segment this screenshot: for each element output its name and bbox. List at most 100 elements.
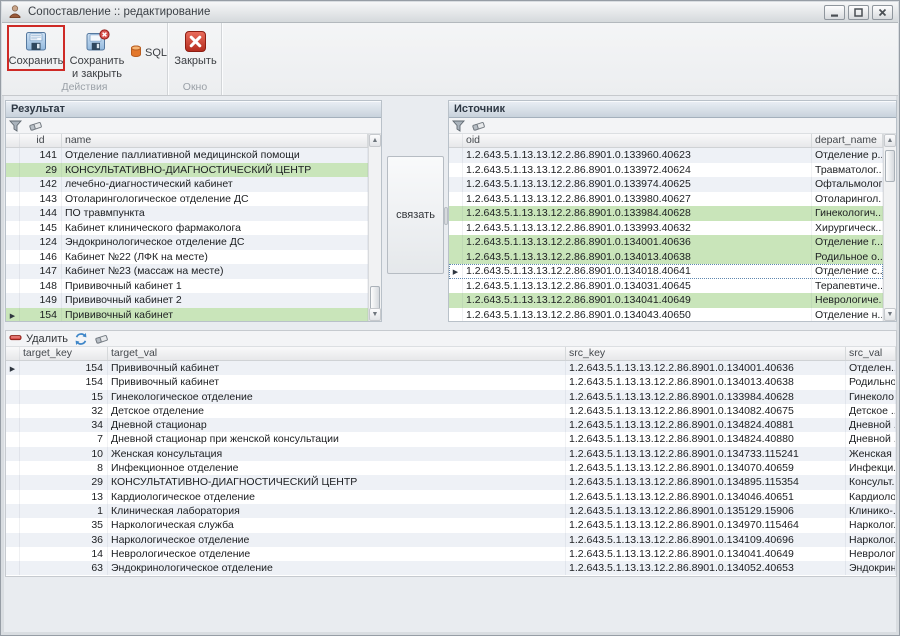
source-table-row[interactable]: 1.2.643.5.1.13.13.12.2.86.8901.0.133972.…: [449, 162, 883, 177]
mapping-table-row[interactable]: 32 Детское отделение 1.2.643.5.1.13.13.1…: [6, 403, 896, 419]
mapping-table-row[interactable]: 14 Неврологическое отделение 1.2.643.5.1…: [6, 546, 896, 562]
mapping-table-row[interactable]: 10 Женская консультация 1.2.643.5.1.13.1…: [6, 446, 896, 462]
source-table-row[interactable]: 1.2.643.5.1.13.13.12.2.86.8901.0.134018.…: [449, 264, 883, 279]
source-table-row[interactable]: 1.2.643.5.1.13.13.12.2.86.8901.0.134001.…: [449, 235, 883, 250]
source-table-row[interactable]: 1.2.643.5.1.13.13.12.2.86.8901.0.134043.…: [449, 307, 883, 321]
source-table-row[interactable]: 1.2.643.5.1.13.13.12.2.86.8901.0.133993.…: [449, 220, 883, 235]
sql-button[interactable]: SQL: [129, 43, 167, 63]
cell-src-key: 1.2.643.5.1.13.13.12.2.86.8901.0.134895.…: [566, 475, 846, 490]
column-header-target-key[interactable]: target_key: [20, 347, 108, 360]
save-and-close-button[interactable]: Сохранить и закрыть: [66, 26, 128, 86]
close-window-button[interactable]: [872, 5, 893, 20]
source-table-row[interactable]: 1.2.643.5.1.13.13.12.2.86.8901.0.134041.…: [449, 293, 883, 308]
source-table-row[interactable]: 1.2.643.5.1.13.13.12.2.86.8901.0.133984.…: [449, 206, 883, 221]
mapping-table-row[interactable]: 36 Наркологическое отделение 1.2.643.5.1…: [6, 532, 896, 547]
result-table-row[interactable]: 29 КОНСУЛЬТАТИВНО-ДИАГНОСТИЧЕСКИЙ ЦЕНТР: [6, 162, 368, 177]
result-table-row[interactable]: 146 Кабинет №22 (ЛФК на месте): [6, 249, 368, 264]
clear-filter-icon[interactable]: [94, 333, 109, 345]
source-scrollbar[interactable]: [883, 134, 896, 321]
scroll-up-icon[interactable]: [369, 134, 381, 147]
cell-target-key: 154: [20, 375, 108, 390]
cell-oid: 1.2.643.5.1.13.13.12.2.86.8901.0.134041.…: [463, 293, 812, 308]
cell-depart-name: Родильное о...: [812, 249, 883, 264]
cell-target-val: Неврологическое отделение: [108, 546, 566, 562]
result-table-row[interactable]: 154 Прививочный кабинет: [6, 307, 368, 321]
minimize-button[interactable]: [824, 5, 845, 20]
mapping-table-row[interactable]: 1 Клиническая лаборатория 1.2.643.5.1.13…: [6, 503, 896, 519]
cell-src-val: Дневной ...: [846, 432, 896, 447]
result-scrollbar[interactable]: [368, 134, 381, 321]
column-header-id[interactable]: id: [20, 134, 62, 147]
mapping-table-row[interactable]: 154 Прививочный кабинет 1.2.643.5.1.13.1…: [6, 375, 896, 390]
result-table-row[interactable]: 147 Кабинет №23 (массаж на месте): [6, 264, 368, 279]
column-header-name[interactable]: name: [62, 134, 368, 147]
scroll-down-icon[interactable]: [369, 308, 381, 321]
mapping-table-row[interactable]: 13 Кардиологическое отделение 1.2.643.5.…: [6, 489, 896, 504]
mapping-table-row[interactable]: 29 КОНСУЛЬТАТИВНО-ДИАГНОСТИЧЕСКИЙ ЦЕНТР …: [6, 475, 896, 490]
cell-name: Эндокринологическое отделение ДС: [62, 235, 368, 250]
cell-id: 144: [20, 206, 62, 221]
mapping-table-row[interactable]: 154 Прививочный кабинет 1.2.643.5.1.13.1…: [6, 361, 896, 376]
mapping-table-row[interactable]: 35 Наркологическая служба 1.2.643.5.1.13…: [6, 518, 896, 533]
mapping-table-row[interactable]: 63 Эндокринологическое отделение 1.2.643…: [6, 561, 896, 576]
source-table-row[interactable]: 1.2.643.5.1.13.13.12.2.86.8901.0.133980.…: [449, 191, 883, 206]
delete-button[interactable]: Удалить: [9, 331, 68, 347]
mapping-table-row[interactable]: 8 Инфекционное отделение 1.2.643.5.1.13.…: [6, 461, 896, 476]
mapping-table-row[interactable]: 15 Гинекологическое отделение 1.2.643.5.…: [6, 389, 896, 404]
maximize-button[interactable]: [848, 5, 869, 20]
source-table-row[interactable]: 1.2.643.5.1.13.13.12.2.86.8901.0.134013.…: [449, 249, 883, 264]
clear-filter-icon[interactable]: [471, 120, 486, 132]
result-panel-title: Результат: [11, 103, 66, 115]
clear-filter-icon[interactable]: [28, 120, 43, 132]
row-indicator: [6, 206, 20, 221]
cell-src-val: Гинеколо...: [846, 389, 896, 404]
filter-icon[interactable]: [452, 120, 465, 132]
result-table-row[interactable]: 144 ПО травмпункта: [6, 206, 368, 221]
row-indicator: [449, 220, 463, 235]
source-table-row[interactable]: 1.2.643.5.1.13.13.12.2.86.8901.0.133960.…: [449, 148, 883, 163]
row-indicator: [449, 177, 463, 192]
cell-target-key: 34: [20, 418, 108, 433]
cell-name: ПО травмпункта: [62, 206, 368, 221]
scroll-up-icon[interactable]: [884, 134, 896, 147]
close-button[interactable]: Закрыть: [173, 26, 218, 86]
cell-depart-name: Отделение г...: [812, 235, 883, 250]
column-header-depart-name[interactable]: depart_name: [812, 134, 883, 147]
column-header-src-val[interactable]: src_val: [846, 347, 896, 360]
column-header-oid[interactable]: oid: [463, 134, 812, 147]
column-header-src-key[interactable]: src_key: [566, 347, 846, 360]
source-table-row[interactable]: 1.2.643.5.1.13.13.12.2.86.8901.0.134031.…: [449, 278, 883, 293]
result-table-row[interactable]: 124 Эндокринологическое отделение ДС: [6, 235, 368, 250]
result-table-row[interactable]: 145 Кабинет клинического фармаколога: [6, 220, 368, 235]
titlebar[interactable]: Сопоставление :: редактирование: [2, 2, 898, 23]
cell-name: Отоларингологическое отделение ДС: [62, 191, 368, 206]
filter-icon[interactable]: [9, 120, 22, 132]
source-table-row[interactable]: 1.2.643.5.1.13.13.12.2.86.8901.0.133974.…: [449, 177, 883, 192]
group-caption-window: Окно: [182, 81, 208, 93]
result-table-row[interactable]: 142 лечебно-диагностический кабинет: [6, 177, 368, 192]
result-table-row[interactable]: 143 Отоларингологическое отделение ДС: [6, 191, 368, 206]
scroll-down-icon[interactable]: [884, 308, 896, 321]
source-scroll-thumb[interactable]: [885, 150, 895, 182]
mapping-toolbar: Удалить: [6, 331, 896, 347]
result-table-row[interactable]: 149 Прививочный кабинет 2: [6, 293, 368, 308]
link-button[interactable]: связать: [387, 156, 444, 274]
cell-oid: 1.2.643.5.1.13.13.12.2.86.8901.0.134001.…: [463, 235, 812, 250]
result-table-row[interactable]: 141 Отделение паллиативной медицинской п…: [6, 148, 368, 163]
result-table-row[interactable]: 148 Прививочный кабинет 1: [6, 278, 368, 293]
cell-id: 147: [20, 264, 62, 279]
row-indicator: [6, 293, 20, 308]
ribbon-group-window: Закрыть Окно: [169, 23, 222, 95]
refresh-icon[interactable]: [74, 332, 88, 346]
mapping-table-row[interactable]: 34 Дневной стационар 1.2.643.5.1.13.13.1…: [6, 418, 896, 433]
cell-id: 141: [20, 148, 62, 163]
cell-src-val: Невролог...: [846, 546, 896, 562]
row-indicator: [449, 264, 463, 279]
source-panel-title: Источник: [454, 103, 506, 115]
column-header-target-val[interactable]: target_val: [108, 347, 566, 360]
mapping-table-row[interactable]: 7 Дневной стационар при женской консульт…: [6, 432, 896, 447]
row-indicator: [449, 162, 463, 177]
cell-name: Прививочный кабинет: [62, 307, 368, 321]
save-label: Сохранить: [8, 55, 64, 67]
save-button[interactable]: Сохранить: [8, 26, 64, 86]
